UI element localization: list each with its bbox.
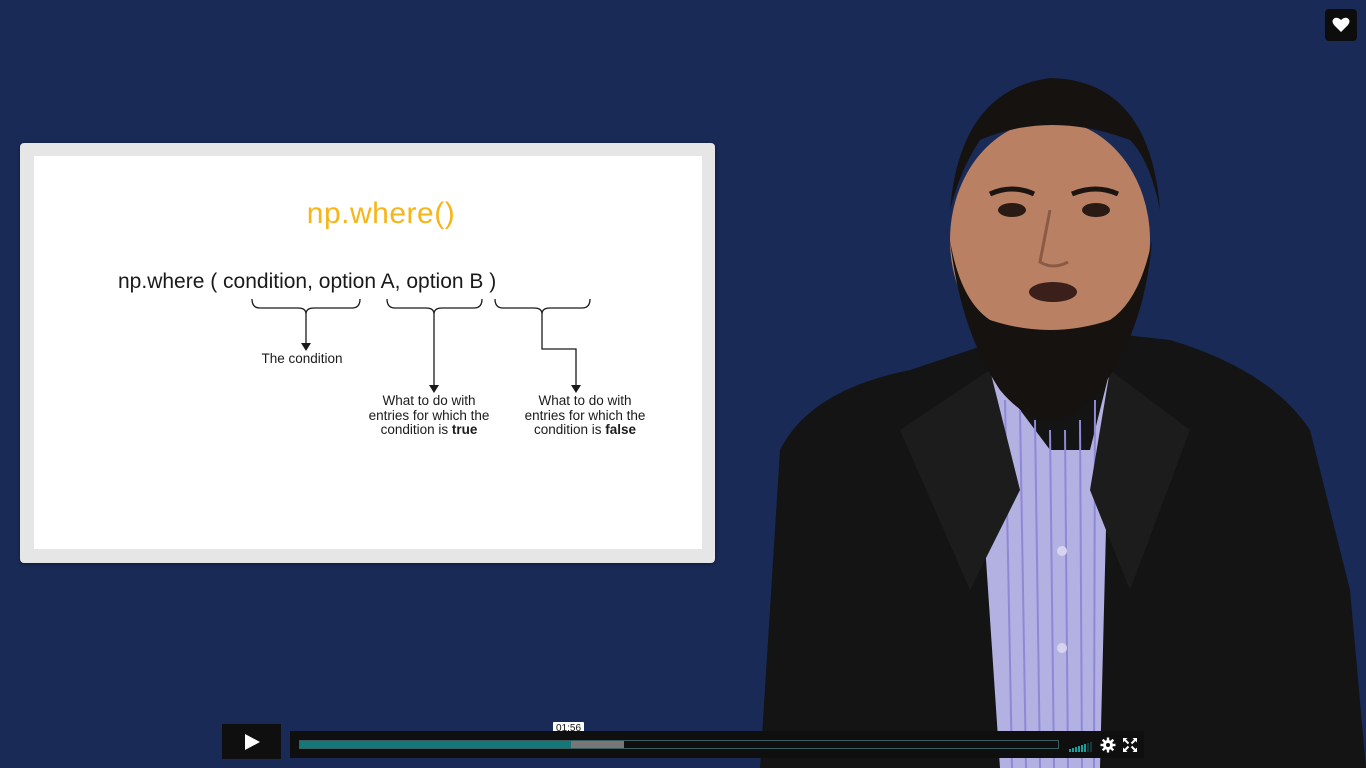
play-icon (244, 733, 260, 750)
like-button[interactable] (1325, 9, 1357, 41)
arrow-option-b (541, 314, 577, 386)
fullscreen-icon[interactable] (1122, 737, 1138, 753)
annotation-option-b-line1: What to do with (538, 393, 632, 408)
volume-bars-icon[interactable] (1069, 738, 1093, 752)
progress-bar[interactable] (299, 740, 1059, 749)
annotation-option-b-keyword: false (605, 422, 637, 437)
progress-played (300, 741, 571, 748)
slide: np.where() np.where ( condition, option … (34, 156, 702, 549)
gear-icon[interactable] (1100, 737, 1116, 753)
annotation-option-a-line2: entries for which the (368, 407, 490, 423)
annotation-option-a-line3: condition is true (352, 422, 506, 438)
heart-icon (1332, 17, 1350, 32)
annotation-option-b-line2: entries for which the (524, 407, 646, 423)
arrowhead-option-a (429, 385, 439, 393)
annotation-option-b: What to do with entries for which the co… (508, 393, 662, 438)
annotation-option-a-keyword: true (451, 422, 478, 437)
slide-frame: np.where() np.where ( condition, option … (20, 143, 715, 563)
annotation-option-a-line1: What to do with (382, 393, 476, 408)
play-button[interactable] (222, 724, 281, 759)
brace-option-b (494, 298, 591, 315)
annotation-option-b-line3: condition is false (508, 422, 662, 438)
brace-arrows-diagram (251, 298, 591, 393)
annotation-option-a-prefix: condition is (380, 422, 452, 437)
annotation-condition: The condition (261, 351, 343, 366)
arrowhead-condition (301, 343, 311, 351)
annotation-option-a: What to do with entries for which the co… (352, 393, 506, 438)
video-stage[interactable]: np.where() np.where ( condition, option … (0, 0, 1366, 768)
brace-option-a (386, 298, 483, 315)
brace-condition (251, 298, 361, 315)
control-bar (290, 731, 1144, 758)
annotation-option-b-prefix: condition is (533, 422, 606, 437)
arrowhead-option-b (571, 385, 581, 393)
presenter-image (760, 78, 1366, 768)
